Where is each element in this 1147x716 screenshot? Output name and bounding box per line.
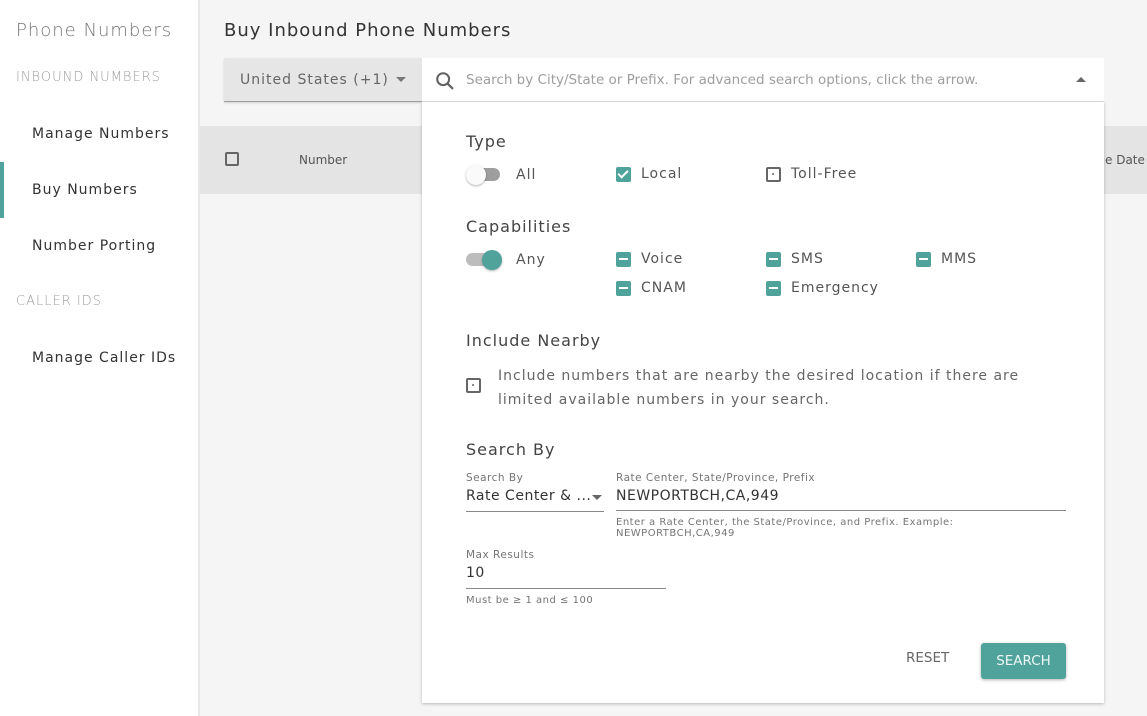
rate-center-input[interactable]: NEWPORTBCH,CA,949: [616, 488, 779, 504]
include-nearby-section-title: Include Nearby: [466, 331, 602, 350]
capabilities-section-title: Capabilities: [466, 217, 572, 236]
include-nearby-description: Include numbers that are nearby the desi…: [498, 368, 1020, 408]
search-button[interactable]: SEARCH: [981, 643, 1066, 679]
max-results-input[interactable]: 10: [466, 565, 485, 581]
checkbox-label: Toll-Free: [791, 166, 858, 182]
max-results-label: Max Results: [466, 549, 535, 561]
toggle-label: All: [516, 167, 537, 183]
search-input[interactable]: Search by City/State or Prefix. For adva…: [466, 72, 978, 88]
checkbox-indeterminate-icon[interactable]: [766, 251, 781, 267]
checkbox-label: SMS: [791, 251, 824, 267]
max-results-hint: Must be ≥ 1 and ≤ 100: [466, 595, 594, 606]
checkbox-indeterminate-icon[interactable]: [916, 251, 931, 267]
sidebar-item-label: Manage Numbers: [32, 126, 170, 142]
toggle-label: Any: [516, 252, 546, 268]
checkbox-empty-icon[interactable]: [466, 378, 481, 393]
country-select-value: United States (+1): [240, 71, 389, 88]
hint-line: NEWPORTBCH,CA,949: [616, 528, 735, 539]
advanced-search-panel: Type All Local Toll-Free Capabilities An…: [422, 102, 1104, 703]
rate-center-input-label: Rate Center, State/Province, Prefix: [616, 472, 816, 484]
chevron-down-icon: [396, 77, 406, 82]
sidebar-section-caller-ids: CALLER IDS: [16, 294, 102, 309]
type-all-toggle[interactable]: All: [466, 165, 536, 185]
checkbox-indeterminate-icon[interactable]: [616, 280, 631, 296]
checkbox-checked-icon[interactable]: [616, 166, 631, 182]
select-all-checkbox[interactable]: [225, 152, 239, 166]
search-by-section-title: Search By: [466, 440, 556, 459]
search-by-select-value[interactable]: Rate Center & ...: [466, 488, 591, 504]
include-nearby-checkbox[interactable]: [466, 378, 491, 393]
column-header-number[interactable]: Number: [299, 153, 347, 167]
column-header-date[interactable]: e Date: [1105, 153, 1145, 167]
checkbox-label: Voice: [641, 251, 684, 267]
checkbox-label: Local: [641, 166, 683, 182]
search-by-select-label: Search By: [466, 472, 524, 484]
rate-center-input-hint: Enter a Rate Center, the State/Province,…: [616, 517, 954, 539]
country-select[interactable]: United States (+1): [224, 58, 422, 102]
search-by-select-underline: [466, 511, 604, 512]
sidebar: Phone Numbers INBOUND NUMBERS Manage Num…: [0, 0, 200, 716]
checkbox-indeterminate-icon[interactable]: [616, 251, 631, 267]
sidebar-item-label: Manage Caller IDs: [32, 350, 177, 366]
chevron-up-icon[interactable]: [1076, 77, 1086, 82]
sidebar-title: Phone Numbers: [16, 20, 173, 41]
chevron-down-icon[interactable]: [592, 495, 602, 500]
sidebar-item-label: Buy Numbers: [32, 182, 138, 198]
capability-emergency-checkbox[interactable]: Emergency: [766, 280, 879, 296]
toggle-switch[interactable]: [466, 250, 502, 270]
rate-center-input-underline: [616, 510, 1066, 511]
capability-mms-checkbox[interactable]: MMS: [916, 251, 977, 267]
checkbox-indeterminate-icon[interactable]: [766, 280, 781, 296]
reset-button[interactable]: RESET: [906, 650, 949, 666]
capability-sms-checkbox[interactable]: SMS: [766, 251, 824, 267]
page-title: Buy Inbound Phone Numbers: [224, 20, 512, 41]
capabilities-any-toggle[interactable]: Any: [466, 250, 546, 270]
capability-cnam-checkbox[interactable]: CNAM: [616, 280, 687, 296]
search-icon: [436, 72, 454, 90]
search-bar[interactable]: Search by City/State or Prefix. For adva…: [422, 58, 1104, 102]
checkbox-label: MMS: [941, 251, 978, 267]
sidebar-item-manage-numbers[interactable]: Manage Numbers: [0, 106, 198, 162]
sidebar-section-inbound-numbers: INBOUND NUMBERS: [16, 70, 161, 85]
sidebar-item-buy-numbers[interactable]: Buy Numbers: [0, 162, 198, 218]
max-results-underline: [466, 588, 666, 589]
checkbox-label: CNAM: [641, 280, 687, 296]
sidebar-item-manage-caller-ids[interactable]: Manage Caller IDs: [0, 330, 198, 386]
type-local-checkbox[interactable]: Local: [616, 166, 682, 182]
checkbox-empty-icon[interactable]: [766, 166, 781, 182]
toggle-switch[interactable]: [466, 165, 502, 185]
capability-voice-checkbox[interactable]: Voice: [616, 251, 683, 267]
type-section-title: Type: [466, 132, 507, 151]
hint-line: Enter a Rate Center, the State/Province,…: [616, 517, 954, 528]
sidebar-item-number-porting[interactable]: Number Porting: [0, 218, 198, 274]
type-toll-free-checkbox[interactable]: Toll-Free: [766, 166, 857, 182]
checkbox-label: Emergency: [791, 280, 879, 296]
sidebar-item-label: Number Porting: [32, 238, 157, 254]
